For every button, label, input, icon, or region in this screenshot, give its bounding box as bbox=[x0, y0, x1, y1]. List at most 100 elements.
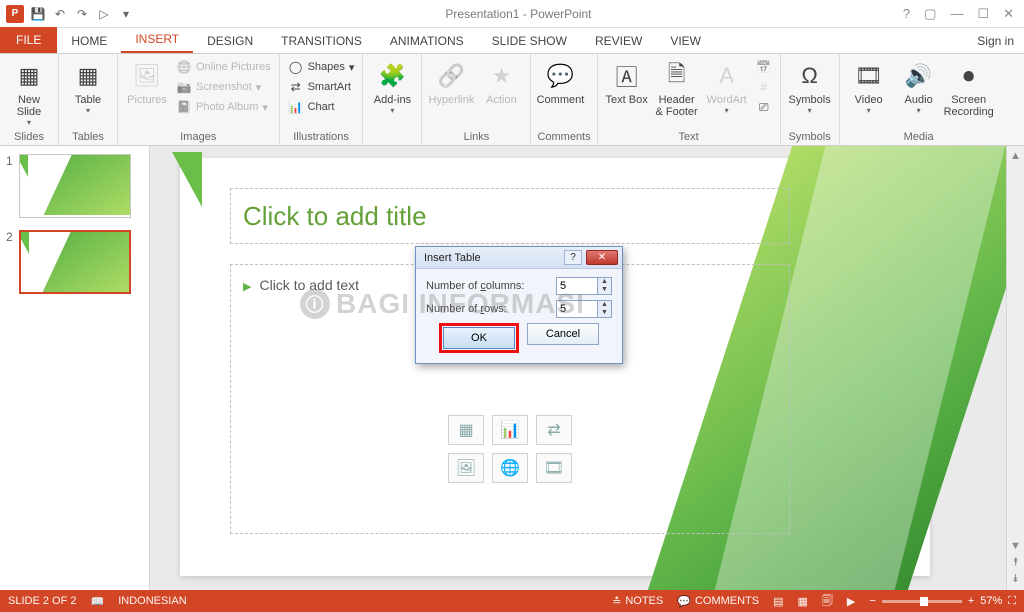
tab-review[interactable]: REVIEW bbox=[581, 29, 656, 53]
ribbon-options-icon[interactable]: ▢ bbox=[924, 6, 936, 22]
minimize-icon[interactable]: — bbox=[950, 6, 963, 22]
normal-view-icon[interactable]: ▤ bbox=[773, 595, 783, 608]
work-area: 1 2 Click to add title Click to add text… bbox=[0, 146, 1024, 590]
slide-canvas[interactable]: Click to add title Click to add text ▦ 📊… bbox=[180, 158, 930, 576]
object-button[interactable]: ⎚ bbox=[754, 98, 774, 116]
spin-up-icon[interactable]: ▲ bbox=[597, 301, 611, 309]
scroll-down-icon[interactable]: ▼ bbox=[1010, 540, 1021, 552]
screen-recording-button[interactable]: ⏺Screen Recording bbox=[946, 56, 992, 118]
rows-input[interactable] bbox=[557, 301, 597, 317]
header-icon: 🗎 bbox=[661, 60, 693, 92]
tab-insert[interactable]: INSERT bbox=[121, 27, 193, 53]
spin-down-icon[interactable]: ▼ bbox=[597, 309, 611, 317]
fit-to-window-icon[interactable]: ⛶ bbox=[1008, 595, 1016, 608]
tab-home[interactable]: HOME bbox=[57, 29, 121, 53]
shapes-icon: ◯ bbox=[288, 59, 304, 75]
video-button[interactable]: 🎞Video▾ bbox=[846, 56, 892, 115]
insert-picture-icon[interactable]: 🖼 bbox=[448, 453, 484, 483]
sorter-view-icon[interactable]: ▦ bbox=[798, 595, 808, 608]
header-footer-button[interactable]: 🗎Header & Footer bbox=[654, 56, 700, 118]
reading-view-icon[interactable]: 🗐 bbox=[822, 592, 833, 611]
screenshot-button[interactable]: 📷Screenshot▾ bbox=[174, 78, 273, 96]
start-slideshow-icon[interactable]: ▷ bbox=[96, 6, 112, 22]
title-placeholder[interactable]: Click to add title bbox=[230, 188, 790, 244]
audio-button[interactable]: 🔊Audio▾ bbox=[896, 56, 942, 115]
tab-transitions[interactable]: TRANSITIONS bbox=[267, 29, 376, 53]
undo-icon[interactable]: ↶ bbox=[52, 6, 68, 22]
table-button[interactable]: ▦ Table ▾ bbox=[65, 56, 111, 115]
dialog-titlebar[interactable]: Insert Table ? ✕ bbox=[416, 247, 622, 269]
photo-album-button[interactable]: 📓Photo Album▾ bbox=[174, 98, 273, 116]
spin-up-icon[interactable]: ▲ bbox=[597, 278, 611, 286]
screenrec-icon: ⏺ bbox=[953, 60, 985, 92]
sign-in-link[interactable]: Sign in bbox=[967, 29, 1024, 53]
shapes-button[interactable]: ◯Shapes▾ bbox=[286, 58, 357, 76]
slide-thumbnails-pane[interactable]: 1 2 bbox=[0, 146, 150, 590]
new-slide-button[interactable]: ▦ New Slide ▾ bbox=[6, 56, 52, 127]
tab-design[interactable]: DESIGN bbox=[193, 29, 267, 53]
zoom-out-icon[interactable]: − bbox=[869, 595, 875, 607]
action-button[interactable]: ★Action bbox=[478, 56, 524, 106]
zoom-slider[interactable] bbox=[882, 600, 962, 603]
insert-online-picture-icon[interactable]: 🌐 bbox=[492, 453, 528, 483]
spellcheck-icon[interactable]: 📖 bbox=[90, 595, 104, 608]
vertical-scrollbar[interactable]: ▲ ▼ ⯭ ⯯ bbox=[1006, 146, 1024, 590]
tab-file[interactable]: FILE bbox=[0, 27, 57, 53]
hyperlink-button[interactable]: 🔗Hyperlink bbox=[428, 56, 474, 106]
textbox-button[interactable]: 🄰Text Box bbox=[604, 56, 650, 106]
slide-thumbnail[interactable]: 2 bbox=[6, 230, 143, 294]
close-icon[interactable]: ✕ bbox=[1003, 6, 1014, 22]
zoom-percent[interactable]: 57% bbox=[980, 595, 1002, 607]
symbols-button[interactable]: ΩSymbols▾ bbox=[787, 56, 833, 115]
scroll-up-icon[interactable]: ▲ bbox=[1010, 150, 1021, 162]
insert-table-icon[interactable]: ▦ bbox=[448, 415, 484, 445]
insert-smartart-icon[interactable]: ⇄ bbox=[536, 415, 572, 445]
help-icon[interactable]: ? bbox=[903, 6, 910, 22]
slideshow-view-icon[interactable]: ▶ bbox=[847, 595, 855, 608]
ok-button[interactable]: OK bbox=[443, 327, 515, 349]
columns-spinner[interactable]: ▲▼ bbox=[556, 277, 612, 295]
next-slide-icon[interactable]: ⯯ bbox=[1012, 573, 1019, 586]
rows-spinner[interactable]: ▲▼ bbox=[556, 300, 612, 318]
insert-chart-icon[interactable]: 📊 bbox=[492, 415, 528, 445]
slide-canvas-area[interactable]: Click to add title Click to add text ▦ 📊… bbox=[150, 146, 1006, 590]
addins-icon: 🧩 bbox=[376, 60, 408, 92]
prev-slide-icon[interactable]: ⯭ bbox=[1012, 556, 1019, 569]
cancel-button[interactable]: Cancel bbox=[527, 323, 599, 345]
insert-video-icon[interactable]: 🎞 bbox=[536, 453, 572, 483]
comments-button[interactable]: 💬 COMMENTS bbox=[677, 595, 759, 608]
dialog-help-button[interactable]: ? bbox=[564, 250, 582, 265]
date-time-button[interactable]: 📅 bbox=[754, 58, 774, 76]
tab-slideshow[interactable]: SLIDE SHOW bbox=[478, 29, 581, 53]
smartart-button[interactable]: ⇄SmartArt bbox=[286, 78, 357, 96]
number-icon: # bbox=[756, 79, 772, 95]
chevron-down-icon: ▾ bbox=[86, 106, 90, 115]
zoom-in-icon[interactable]: + bbox=[968, 595, 974, 607]
table-icon: ▦ bbox=[72, 60, 104, 92]
tab-animations[interactable]: ANIMATIONS bbox=[376, 29, 478, 53]
comment-button[interactable]: 💬Comment bbox=[537, 56, 583, 106]
group-images: 🖼 Pictures 🌐Online Pictures 📷Screenshot▾… bbox=[118, 54, 280, 145]
screenshot-icon: 📷 bbox=[176, 79, 192, 95]
addins-button[interactable]: 🧩 Add-ins ▾ bbox=[369, 56, 415, 115]
maximize-icon[interactable]: ☐ bbox=[977, 6, 989, 22]
wordart-button[interactable]: AWordArt▾ bbox=[704, 56, 750, 115]
slide-number-button[interactable]: # bbox=[754, 78, 774, 96]
tab-view[interactable]: VIEW bbox=[656, 29, 715, 53]
language-indicator[interactable]: INDONESIAN bbox=[118, 595, 186, 607]
group-slides: ▦ New Slide ▾ Slides bbox=[0, 54, 59, 145]
save-icon[interactable]: 💾 bbox=[30, 6, 46, 22]
online-pictures-button[interactable]: 🌐Online Pictures bbox=[174, 58, 273, 76]
qat-more-icon[interactable]: ▾ bbox=[118, 6, 134, 22]
redo-icon[interactable]: ↷ bbox=[74, 6, 90, 22]
columns-input[interactable] bbox=[557, 278, 597, 294]
chart-button[interactable]: 📊Chart bbox=[286, 98, 357, 116]
slide-indicator[interactable]: SLIDE 2 OF 2 bbox=[8, 595, 76, 607]
spin-down-icon[interactable]: ▼ bbox=[597, 286, 611, 294]
symbols-icon: Ω bbox=[794, 60, 826, 92]
zoom-control[interactable]: − + 57% ⛶ bbox=[869, 595, 1016, 608]
slide-thumbnail[interactable]: 1 bbox=[6, 154, 143, 218]
pictures-button[interactable]: 🖼 Pictures bbox=[124, 56, 170, 106]
notes-button[interactable]: ≛ NOTES bbox=[612, 595, 663, 608]
dialog-close-button[interactable]: ✕ bbox=[586, 250, 618, 265]
